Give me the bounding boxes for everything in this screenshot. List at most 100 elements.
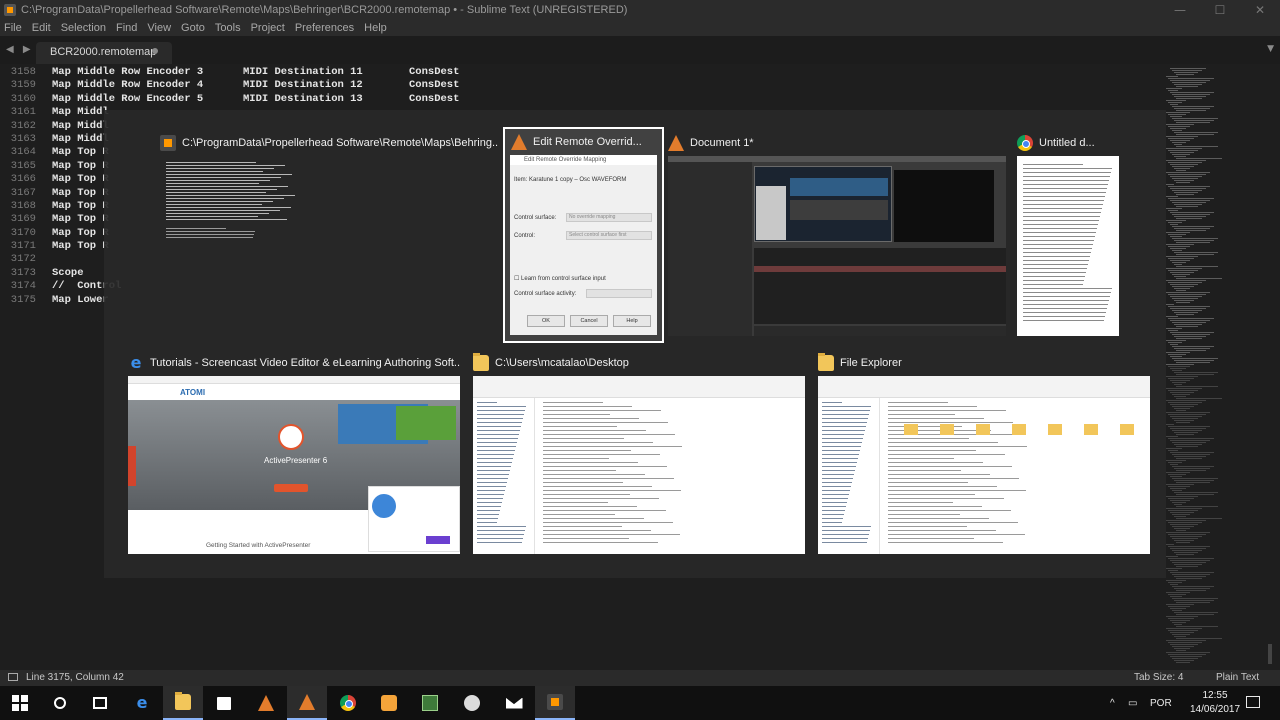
folder-icon	[473, 353, 489, 371]
minimap-line	[1168, 438, 1214, 439]
thumbnail-text-line	[888, 406, 977, 407]
minimap-line	[1172, 262, 1186, 263]
tab-bcr2000[interactable]: BCR2000.remotemap	[36, 42, 172, 64]
thumbnail-text-line	[477, 434, 519, 435]
tab-dropdown-icon[interactable]: ▼	[1267, 44, 1274, 54]
tab-nav-arrows-icon[interactable]: ◀ ▶	[6, 44, 34, 55]
taskbar-app-cloud[interactable]	[452, 686, 492, 720]
menu-selection[interactable]: Selection	[61, 22, 106, 34]
thumbnail-text-line	[166, 219, 287, 220]
thumbnail-text-line	[822, 518, 843, 519]
minimap-line	[1176, 374, 1214, 375]
switcher-window-file-explorer[interactable]: File Explorer	[818, 350, 1150, 554]
menu-tools[interactable]: Tools	[215, 22, 241, 34]
vertical-scrollbar[interactable]	[1268, 644, 1272, 664]
minimap-line	[1176, 278, 1222, 279]
thumbnail-text-line	[1023, 272, 1086, 273]
thumbnail-text-line	[1023, 220, 1099, 221]
task-view-button[interactable]	[80, 686, 120, 720]
clock[interactable]: 12:55 14/06/2017	[1190, 689, 1240, 717]
taskbar-edge[interactable]: e	[122, 686, 162, 720]
taskbar-explorer[interactable]	[163, 686, 203, 720]
menu-view[interactable]: View	[147, 22, 171, 34]
maximize-button[interactable]: ☐	[1200, 3, 1240, 17]
code-line[interactable]: Map Middle Row Encoder 4 MIDI Destination…	[52, 79, 459, 92]
minimap[interactable]	[1164, 64, 1222, 670]
switcher-window-desktop-folder[interactable]: C:\Users\mcatalao\Desktop	[473, 350, 805, 554]
thumbnail-text-line	[477, 474, 509, 475]
thumbnail-text-line	[822, 450, 860, 451]
switcher-window-edit-remote-override[interactable]: Edit Remote Overrid... Edit Remote Overr…	[503, 127, 664, 343]
thumbnail-text-line	[1023, 256, 1090, 257]
minimap-line	[1170, 296, 1202, 297]
minimap-line	[1174, 444, 1202, 445]
minimap-line	[1174, 348, 1210, 349]
minimap-line	[1166, 580, 1186, 581]
minimap-line	[1174, 312, 1198, 313]
minimap-line	[1166, 604, 1194, 605]
thumbnail-text-line	[1023, 216, 1100, 217]
minimap-line	[1166, 124, 1194, 125]
minimap-line	[1174, 528, 1190, 529]
thumbnail-text-line	[543, 442, 653, 443]
switcher-window-untitled-document[interactable]: Untitled d...	[1017, 130, 1121, 338]
tab-size-selector[interactable]: Tab Size: 4	[1134, 672, 1183, 683]
taskbar-reason[interactable]	[246, 686, 286, 720]
thumbnail-text-line	[543, 498, 659, 499]
thumbnail-text-line	[477, 462, 512, 463]
minimap-line	[1176, 218, 1202, 219]
minimap-line	[1166, 484, 1194, 485]
taskbar-store[interactable]	[204, 686, 244, 720]
close-button[interactable]: ✕	[1240, 3, 1280, 17]
start-button[interactable]	[0, 686, 40, 720]
code-line[interactable]: Map Middle Row Encoder 5 MIDI Destination…	[52, 93, 459, 106]
menu-help[interactable]: Help	[364, 22, 387, 34]
minimap-line	[1172, 394, 1190, 395]
panel-toggle-icon[interactable]	[8, 673, 18, 681]
thumbnail-text-line	[1023, 168, 1112, 169]
thumbnail-text-line	[543, 426, 617, 427]
minimap-line	[1172, 562, 1206, 563]
taskbar-reason-2[interactable]	[287, 686, 327, 720]
thumbnail-text-line	[543, 502, 608, 503]
menu-find[interactable]: Find	[116, 22, 137, 34]
syntax-selector[interactable]: Plain Text	[1216, 672, 1259, 683]
minimap-line	[1170, 356, 1182, 357]
menu-project[interactable]: Project	[251, 22, 285, 34]
taskbar-chrome[interactable]	[328, 686, 368, 720]
action-center-icon[interactable]	[1246, 696, 1260, 708]
switcher-window-sublime[interactable]: C:\ProgramData\Propellerhead Software\Re…	[160, 130, 498, 340]
unsaved-dot-icon[interactable]	[152, 48, 158, 54]
thumbnail-text-line	[822, 402, 842, 403]
thumbnail-text-line	[543, 422, 668, 423]
taskbar-app-green[interactable]	[410, 686, 450, 720]
switcher-window-document-1[interactable]: Document 1*	[668, 130, 1006, 338]
minimap-line	[1170, 140, 1190, 141]
minimap-line	[1170, 308, 1206, 309]
minimap-line	[1168, 570, 1178, 571]
thumbnail-text-line	[543, 466, 667, 467]
menu-file[interactable]: File	[4, 22, 22, 34]
menu-preferences[interactable]: Preferences	[295, 22, 354, 34]
taskbar-mail[interactable]	[494, 686, 534, 720]
thumbnail-text-line	[888, 482, 968, 483]
thumbnail-text-line	[166, 210, 280, 211]
minimize-button[interactable]: —	[1160, 3, 1200, 17]
minimap-line	[1172, 634, 1190, 635]
menu-goto[interactable]: Goto	[181, 22, 205, 34]
line-number: 3163	[10, 132, 36, 145]
thumbnail-text-line	[543, 490, 681, 491]
thumbnail-text-line	[822, 454, 859, 455]
tray-overflow-icon[interactable]: ^	[1110, 686, 1115, 720]
menu-edit[interactable]: Edit	[32, 22, 51, 34]
thumbnail-text-line	[166, 237, 253, 238]
search-button[interactable]	[40, 686, 80, 720]
taskbar-media-player[interactable]	[369, 686, 409, 720]
switcher-window-tutorials[interactable]: e Tutorials - Screencast Video Editor & …	[128, 350, 460, 554]
minimap-line	[1168, 246, 1190, 247]
input-language[interactable]: POR	[1150, 686, 1172, 720]
code-line[interactable]: Map Middle Row Encoder 3 MIDI Destination…	[52, 66, 459, 79]
thumbnail-text-line	[166, 231, 255, 232]
network-icon[interactable]: ▭	[1128, 686, 1137, 720]
taskbar-sublime[interactable]	[535, 686, 575, 720]
